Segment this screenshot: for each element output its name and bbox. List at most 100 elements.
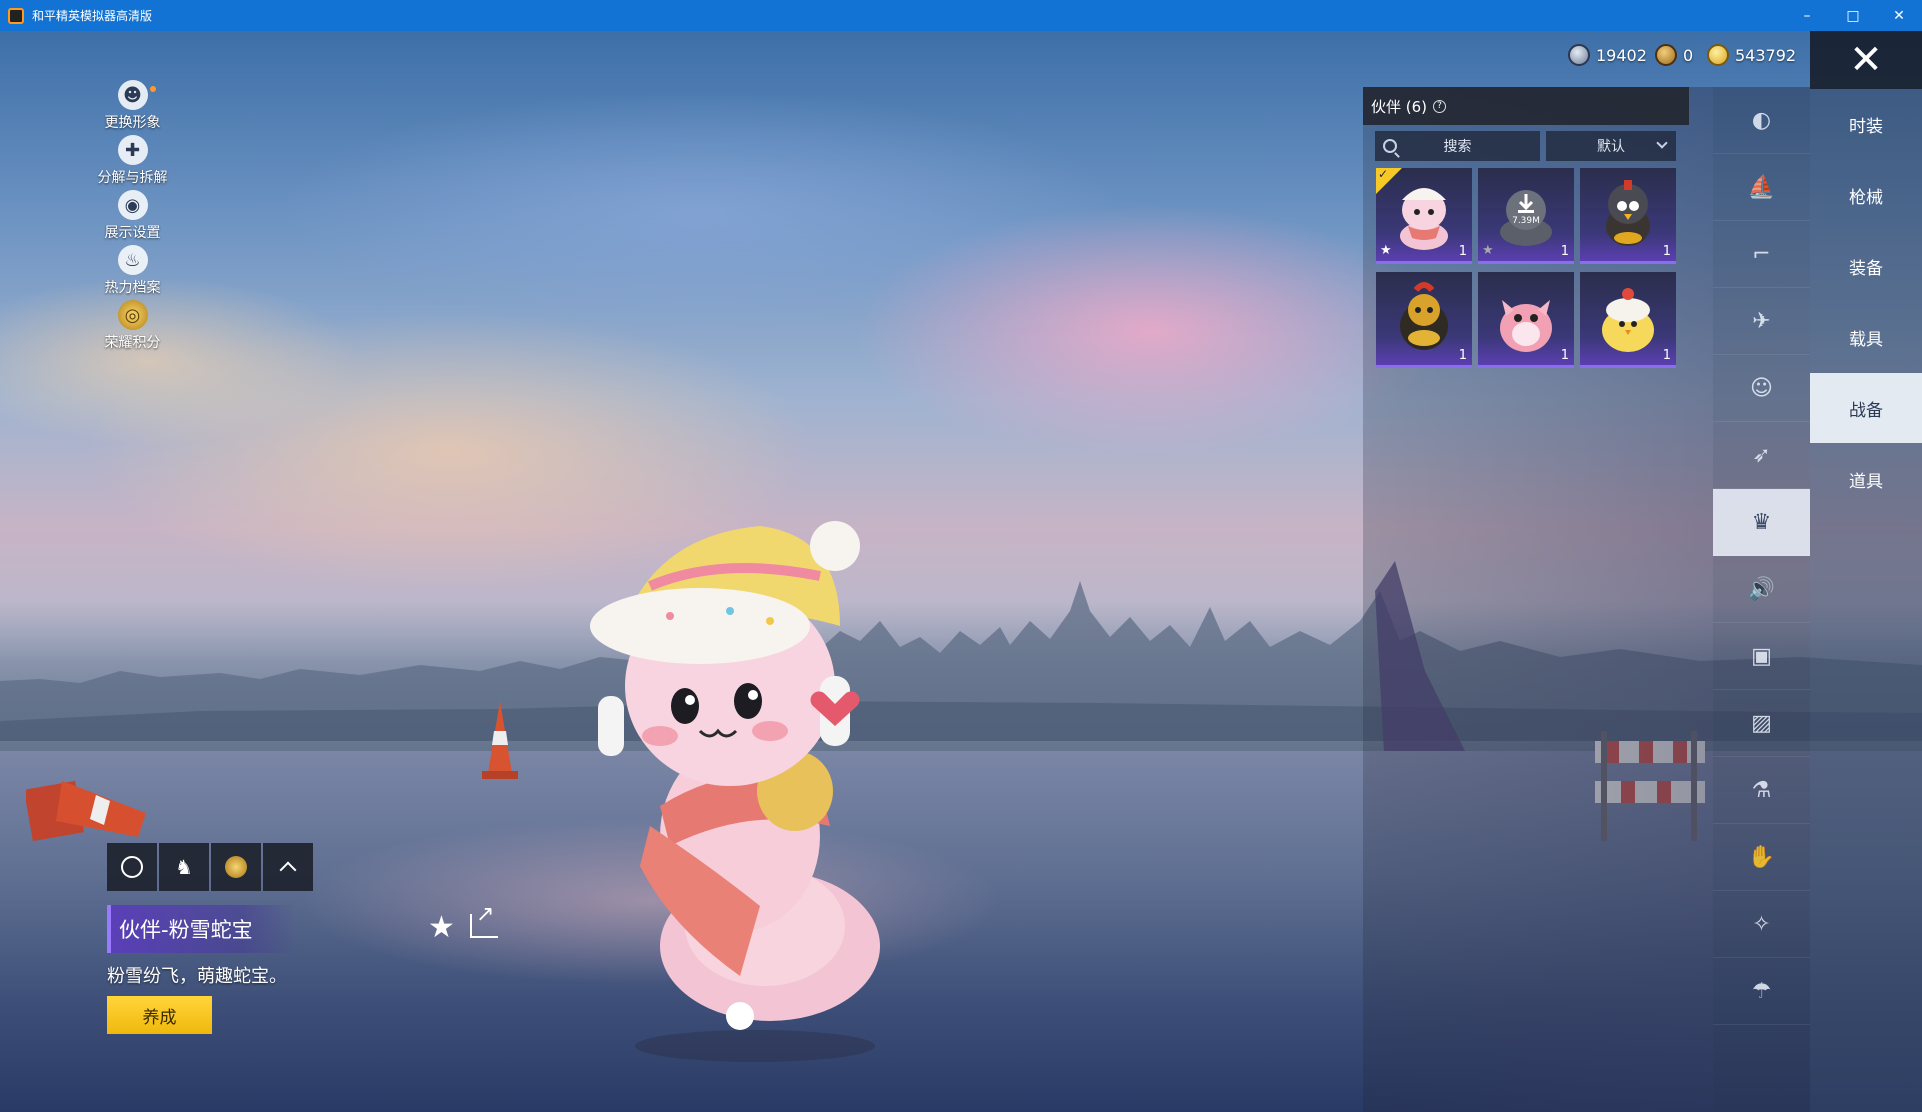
boat-icon: ⛵	[1747, 174, 1776, 200]
parachute-icon: ☂	[1751, 978, 1772, 1004]
star-icon: ★	[1380, 243, 1392, 258]
window-close-button[interactable]: ✕	[1876, 0, 1922, 31]
search-icon	[1383, 139, 1397, 153]
sparkle-tab[interactable]: ✧	[1713, 891, 1810, 958]
companion-card[interactable]: 1	[1376, 272, 1472, 368]
helmet-icon: ◐	[1751, 107, 1772, 133]
traffic-cone-left	[26, 780, 146, 842]
helmet-tab[interactable]: ◐	[1713, 87, 1810, 154]
parachute-tab[interactable]: ☂	[1713, 958, 1810, 1025]
companion-panel-title: 伙伴 (6)	[1371, 97, 1428, 116]
tab-items[interactable]: 道具	[1810, 444, 1922, 514]
speaker-icon: 🔊	[1747, 576, 1776, 602]
help-icon[interactable]: ?	[1433, 99, 1447, 113]
currency-bronze-value: 0	[1683, 45, 1694, 65]
category-tabs: 时装 枪械 装备 载具 战备 道具	[1810, 89, 1922, 1112]
spray-tab[interactable]: ⚗	[1713, 757, 1810, 824]
picture-tab[interactable]: ▨	[1713, 690, 1810, 757]
companion-icon: ♛	[1751, 509, 1772, 535]
eye-icon: ◉	[117, 190, 148, 220]
fighter-jet-icon: ➶	[1752, 442, 1771, 468]
download-placeholder-thumbnail	[1500, 190, 1552, 246]
item-count: 1	[1560, 244, 1569, 259]
companion-tab[interactable]: ♛	[1713, 489, 1810, 556]
tab-battle-prep[interactable]: 战备	[1810, 373, 1922, 443]
currency-silver: 19402	[1568, 44, 1647, 66]
glory-points-label: 荣耀积分	[104, 335, 161, 351]
display-settings-button[interactable]: ◉ 展示设置	[80, 190, 185, 245]
plane-tab[interactable]: ✈	[1713, 288, 1810, 355]
search-input[interactable]: 搜索	[1375, 131, 1540, 161]
expand-up-icon	[279, 861, 297, 879]
companion-card[interactable]: 1	[1580, 272, 1676, 368]
sort-dropdown[interactable]: 默认	[1546, 131, 1676, 161]
boat-tab[interactable]: ⛵	[1713, 154, 1810, 221]
currency-silver-value: 19402	[1596, 45, 1647, 65]
item-name-bar: 伙伴-粉雪蛇宝	[107, 905, 297, 953]
heat-profile-button[interactable]: ♨ 热力档案	[80, 245, 185, 300]
download-size: 7.39M	[1512, 216, 1540, 226]
traffic-cone-center	[482, 701, 518, 779]
selected-check-icon	[1376, 168, 1402, 194]
change-appearance-button[interactable]: ☻ 更换形象	[80, 80, 185, 135]
expand-button[interactable]	[263, 843, 313, 891]
subcategory-icon-column: ◐ ⛵ ⌐ ✈ ☺ ➶ ♛ 🔊 ▣ ▨ ⚗ ✋ ✧ ☂	[1713, 87, 1810, 1112]
companion-card[interactable]: 1	[1580, 168, 1676, 264]
sparkle-icon: ✧	[1752, 911, 1771, 937]
emote-button[interactable]	[107, 843, 157, 891]
pose-button[interactable]: ♞	[159, 843, 209, 891]
flame-icon: ♨	[117, 245, 148, 275]
preview-toolbar: ♞	[107, 843, 313, 891]
gun-tab[interactable]: ⌐	[1713, 221, 1810, 288]
emote-tab[interactable]: ▣	[1713, 623, 1810, 690]
speaker-tab[interactable]: 🔊	[1713, 556, 1810, 623]
tab-firearms[interactable]: 枪械	[1810, 160, 1922, 230]
avatar-icon: ☻	[117, 80, 148, 110]
item-count: 1	[1662, 348, 1671, 363]
item-count: 1	[1458, 244, 1467, 259]
face-tab[interactable]: ☺	[1713, 355, 1810, 422]
golden-chick-thumbnail	[1400, 282, 1448, 350]
maximize-button[interactable]: □	[1830, 0, 1876, 31]
hand-tab[interactable]: ✋	[1713, 824, 1810, 891]
item-count: 1	[1662, 244, 1671, 259]
companion-card[interactable]: 1	[1478, 272, 1574, 368]
companion-card[interactable]: 7.39M ★ 1	[1478, 168, 1574, 264]
minimize-button[interactable]: –	[1784, 0, 1830, 31]
close-icon[interactable]: ✕	[1810, 31, 1922, 89]
emote-face-icon	[121, 856, 143, 878]
display-settings-label: 展示设置	[104, 225, 161, 241]
heat-profile-label: 热力档案	[104, 280, 161, 296]
notification-dot	[150, 86, 156, 92]
tab-equipment[interactable]: 装备	[1810, 231, 1922, 301]
spray-icon: ⚗	[1751, 777, 1772, 803]
hand-icon: ✋	[1747, 844, 1776, 870]
glory-points-button[interactable]: ◎ 荣耀积分	[80, 300, 185, 355]
badge-button[interactable]	[211, 843, 261, 891]
window-title: 和平精英模拟器高清版	[32, 9, 153, 23]
decompose-label: 分解与拆解	[97, 170, 168, 186]
gun-icon: ⌐	[1752, 241, 1771, 267]
nurture-button[interactable]: 养成	[107, 996, 212, 1034]
tab-vehicles[interactable]: 载具	[1810, 302, 1922, 372]
pose-icon: ♞	[175, 855, 193, 879]
currency-gold: 543792	[1707, 44, 1796, 66]
medal-icon: ◎	[117, 300, 148, 330]
fighter-jet-tab[interactable]: ➶	[1713, 422, 1810, 489]
tab-fashion[interactable]: 时装	[1810, 89, 1922, 159]
item-count: 1	[1458, 348, 1467, 363]
item-description: 粉雪纷飞，萌趣蛇宝。	[107, 966, 287, 987]
change-appearance-label: 更换形象	[104, 115, 161, 131]
decompose-button[interactable]: ✚ 分解与拆解	[80, 135, 185, 190]
companion-card[interactable]: ★ 1	[1376, 168, 1472, 264]
companion-panel-header: 伙伴 (6) ?	[1363, 87, 1689, 125]
pink-creature-thumbnail	[1500, 300, 1552, 352]
silver-coin-icon	[1568, 44, 1590, 66]
picture-icon: ▨	[1751, 710, 1772, 736]
currency-bronze: 0	[1655, 44, 1693, 66]
gold-badge-icon	[225, 856, 247, 878]
favorite-star-icon[interactable]: ★	[428, 910, 455, 945]
companion-grid: ★ 1 7.39M ★ 1 1 1	[1376, 168, 1676, 368]
share-icon[interactable]	[470, 902, 498, 938]
bronze-coin-icon	[1655, 44, 1677, 66]
